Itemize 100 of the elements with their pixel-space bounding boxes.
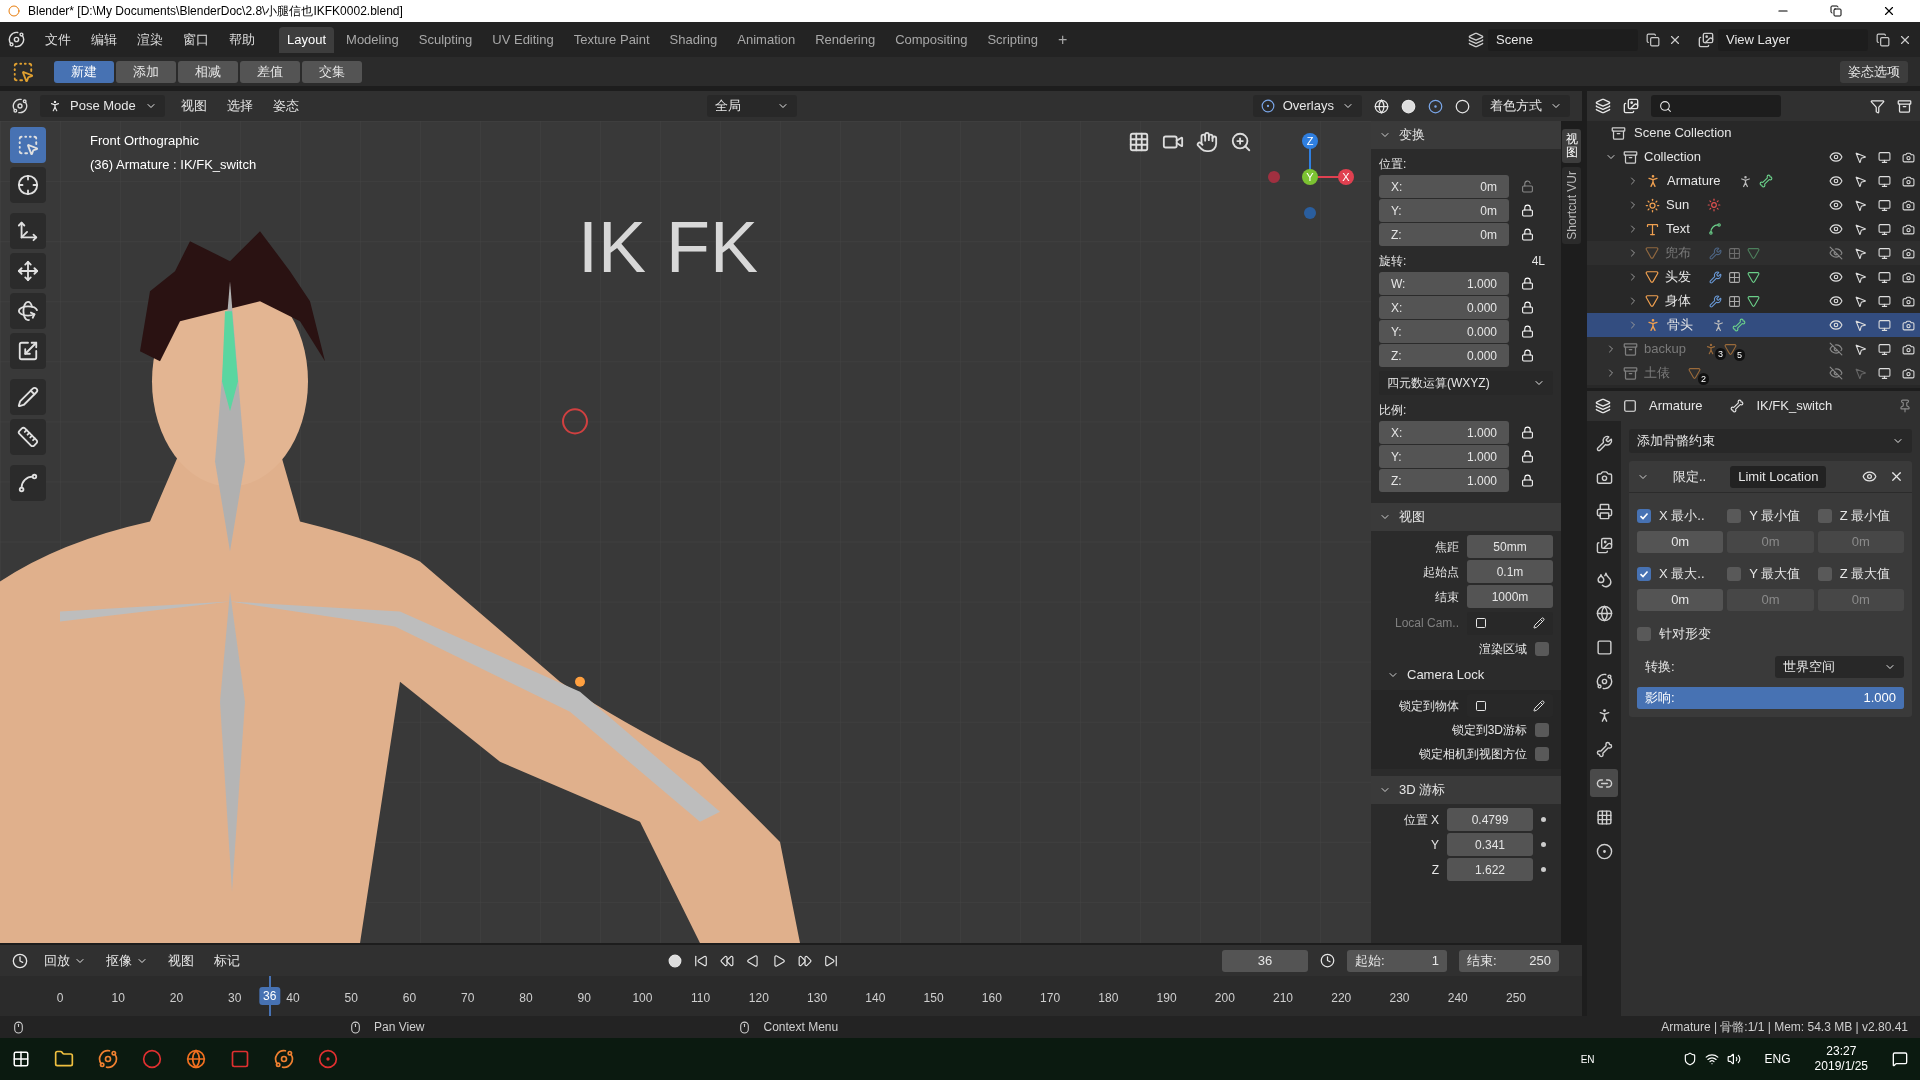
clock-time[interactable]: 23:27: [1826, 1044, 1857, 1059]
editor-type-icon[interactable]: [12, 98, 28, 114]
camera-icon[interactable]: [1901, 294, 1915, 308]
workspace-tab[interactable]: Compositing: [887, 26, 976, 53]
scene-field[interactable]: Scene: [1488, 28, 1638, 51]
number-field[interactable]: Z: 1.000: [1379, 469, 1509, 492]
checkbox[interactable]: [1535, 747, 1549, 761]
eye-icon[interactable]: [1829, 198, 1844, 212]
tray-icon[interactable]: [1682, 1052, 1697, 1066]
influence-slider[interactable]: 影响: 1.000: [1637, 687, 1904, 709]
outliner-row[interactable]: Armature: [1587, 169, 1920, 193]
play-reverse-button[interactable]: [746, 953, 760, 968]
menu-item[interactable]: 回放: [40, 950, 90, 971]
eye-icon[interactable]: [1829, 222, 1844, 236]
number-field[interactable]: 50mm: [1467, 535, 1553, 558]
camera-icon[interactable]: [1901, 150, 1915, 164]
wireframe-shading-icon[interactable]: [1374, 98, 1389, 114]
checkbox[interactable]: [1817, 567, 1832, 581]
menu-item[interactable]: 视图: [164, 950, 198, 971]
lock-icon[interactable]: [1521, 301, 1534, 314]
number-field[interactable]: 0m: [1637, 589, 1724, 611]
workspace-tab[interactable]: Texture Paint: [565, 26, 658, 53]
duplicate-icon[interactable]: [1876, 32, 1890, 47]
editor-type-icon[interactable]: [1595, 398, 1611, 414]
outliner-row[interactable]: Sun: [1587, 193, 1920, 217]
pin-icon[interactable]: [1898, 399, 1912, 413]
filter-icon[interactable]: [1870, 98, 1885, 114]
monitor-icon[interactable]: [1877, 174, 1891, 188]
checkbox[interactable]: [1637, 567, 1651, 581]
monitor-icon[interactable]: [1877, 294, 1891, 308]
subpanel-header[interactable]: Camera Lock: [1371, 662, 1561, 688]
monitor-icon[interactable]: [1877, 150, 1891, 164]
add-workspace-button[interactable]: +: [1049, 27, 1076, 52]
workspace-tab[interactable]: Rendering: [807, 26, 884, 53]
mode-dropdown[interactable]: Pose Mode: [40, 95, 165, 117]
checkbox[interactable]: [1535, 642, 1549, 656]
camera-icon[interactable]: [1901, 270, 1915, 284]
material-shading-icon[interactable]: [1428, 98, 1443, 114]
properties-tab[interactable]: [1590, 769, 1618, 797]
display-mode-icon[interactable]: [1623, 98, 1639, 114]
menu-item[interactable]: 窗口: [175, 29, 217, 50]
add-constraint-dropdown[interactable]: 添加骨骼约束: [1629, 429, 1912, 453]
number-field[interactable]: X: 1.000: [1379, 421, 1509, 444]
menu-item[interactable]: 标记: [210, 950, 244, 971]
workspace-tab[interactable]: Sculpting: [410, 26, 481, 53]
mode-button[interactable]: 添加: [116, 60, 176, 83]
menu-item[interactable]: 姿态: [269, 96, 303, 116]
app-icon[interactable]: [274, 1049, 294, 1069]
view-layer-icon[interactable]: [1698, 31, 1714, 48]
checkbox[interactable]: [1637, 509, 1651, 523]
pointer-icon[interactable]: [1854, 198, 1868, 212]
clock-date[interactable]: 2019/1/25: [1814, 1059, 1868, 1074]
pointer-icon[interactable]: [1854, 318, 1868, 332]
sidebar-tab[interactable]: 视图: [1562, 129, 1581, 164]
orientation-dropdown[interactable]: 全局: [707, 95, 797, 117]
restore-icon[interactable]: [1830, 5, 1842, 17]
frame-ruler[interactable]: 0 10 20 30 36 40 50 60 70 80 90 100 110 120 130 140 150 160 170 180 190 200 210 220 230 240 250: [0, 976, 1582, 1016]
jump-end-button[interactable]: [824, 953, 838, 968]
shading-dropdown[interactable]: 着色方式: [1482, 95, 1570, 117]
camera-icon[interactable]: [1901, 174, 1915, 188]
number-field[interactable]: Z: 0m: [1379, 223, 1509, 246]
start-icon[interactable]: [12, 1050, 30, 1068]
checkbox[interactable]: [1817, 509, 1832, 523]
browser-icon[interactable]: [186, 1049, 206, 1069]
pointer-icon[interactable]: [1854, 294, 1868, 308]
eye-icon[interactable]: [1829, 318, 1844, 332]
workspace-tab[interactable]: Animation: [729, 26, 804, 53]
solid-shading-icon[interactable]: [1401, 98, 1416, 114]
language-indicator[interactable]: ENG: [1764, 1050, 1791, 1068]
new-collection-icon[interactable]: [1897, 98, 1912, 114]
panel-header[interactable]: 变换: [1371, 121, 1561, 149]
outliner-row[interactable]: Collection: [1587, 145, 1920, 169]
current-frame-field[interactable]: 36: [1222, 949, 1308, 972]
grid-icon[interactable]: [1128, 131, 1150, 153]
lock-icon[interactable]: [1521, 204, 1534, 217]
number-field[interactable]: 0m: [1637, 531, 1724, 553]
eye-icon[interactable]: [1829, 294, 1844, 308]
tool-button[interactable]: [10, 419, 46, 455]
folder-icon[interactable]: [54, 1049, 74, 1069]
checkbox[interactable]: [1727, 509, 1742, 523]
number-field[interactable]: 1.622: [1447, 858, 1533, 881]
lock-icon[interactable]: [1521, 474, 1534, 487]
volume-icon[interactable]: [1726, 1052, 1741, 1066]
number-field[interactable]: 0.341: [1447, 833, 1533, 856]
mode-button[interactable]: 新建: [54, 60, 114, 83]
close-icon[interactable]: [1889, 469, 1904, 484]
rotation-mode-dropdown[interactable]: 四元数运算(WXYZ): [1379, 371, 1553, 395]
checkbox[interactable]: [1727, 567, 1742, 581]
eye-icon[interactable]: [1862, 469, 1877, 484]
start-frame-field[interactable]: 起始: 1: [1347, 949, 1447, 972]
app-icon[interactable]: [230, 1049, 250, 1069]
menu-item[interactable]: 抠像: [102, 950, 152, 971]
number-field[interactable]: Y: 0.000: [1379, 320, 1509, 343]
close-icon[interactable]: [1882, 4, 1896, 18]
number-field[interactable]: 0.1m: [1467, 560, 1553, 583]
workspace-tab[interactable]: Modeling: [338, 26, 407, 53]
duplicate-icon[interactable]: [1646, 32, 1660, 47]
monitor-icon[interactable]: [1877, 198, 1891, 212]
mode-button[interactable]: 相减: [178, 60, 238, 83]
unlock-icon[interactable]: [1521, 180, 1534, 193]
